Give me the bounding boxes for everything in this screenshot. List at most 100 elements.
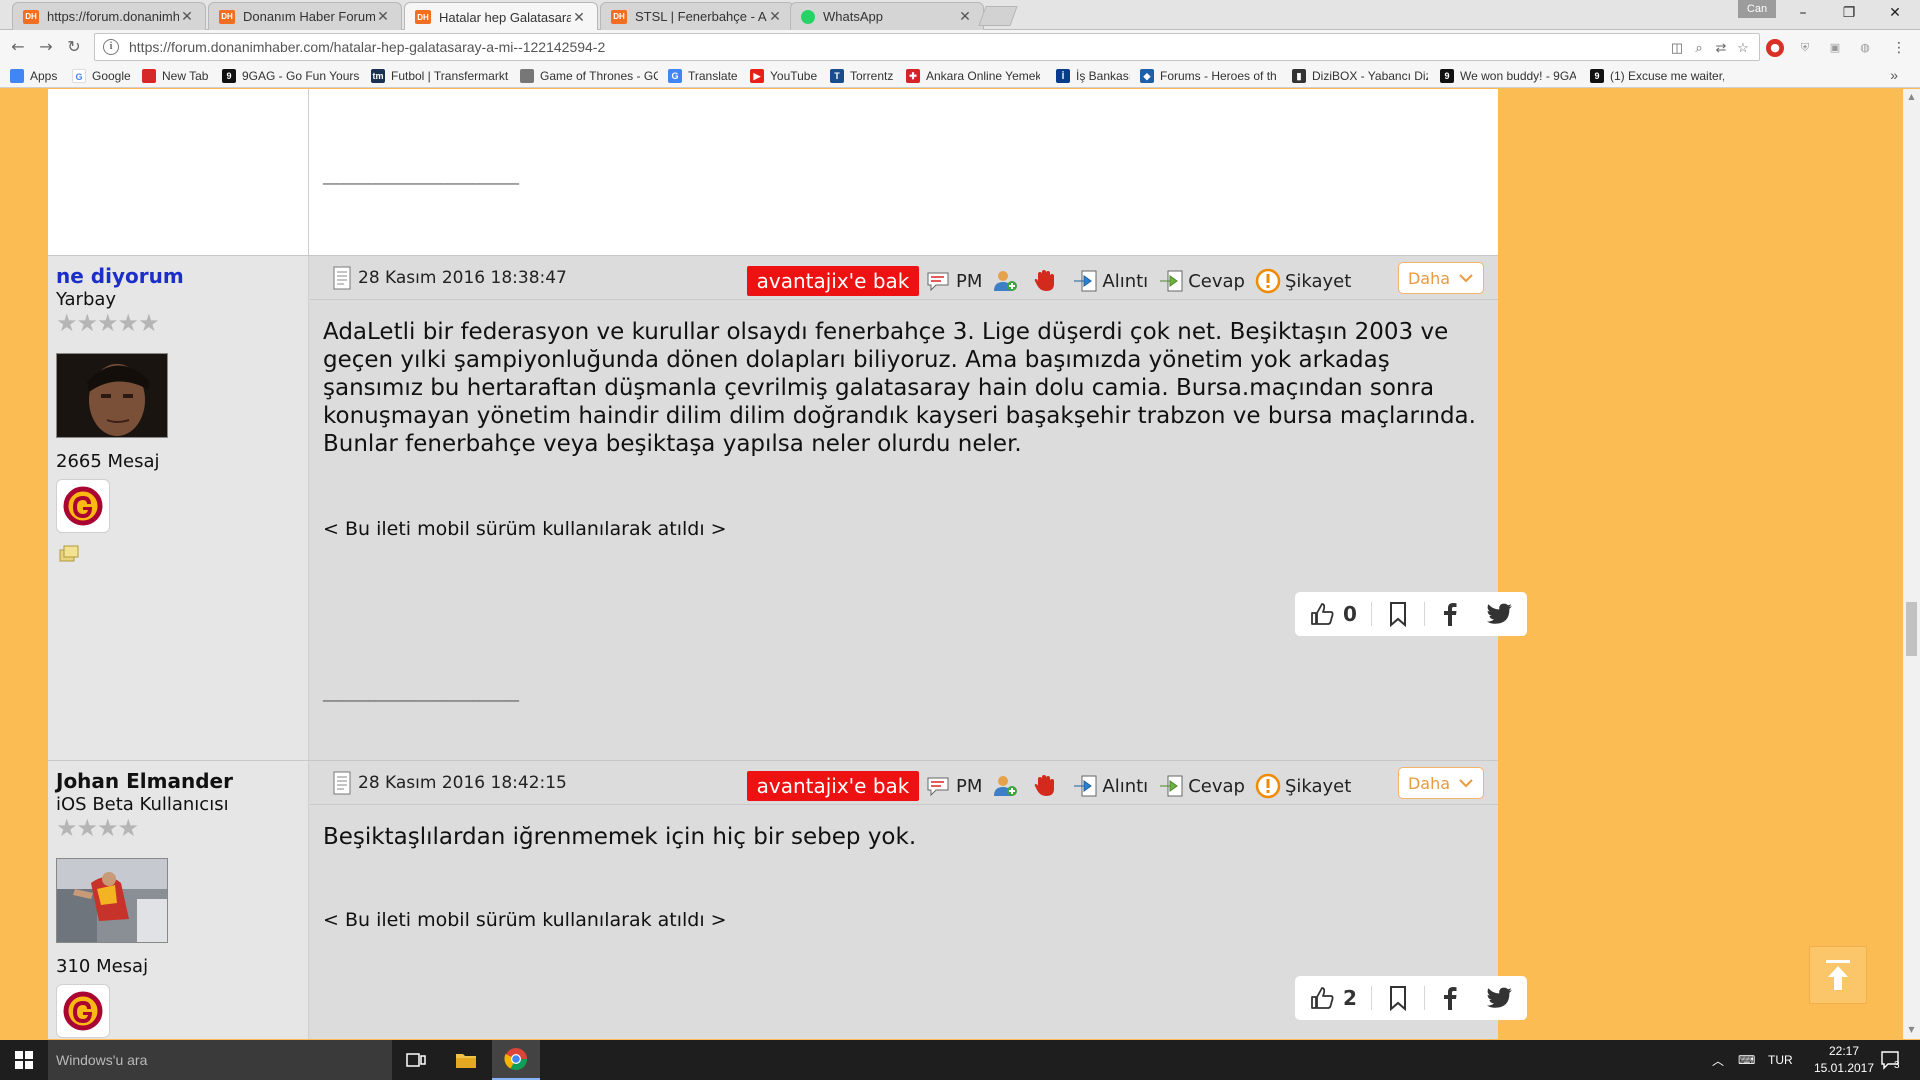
url-text[interactable]: https://forum.donanimhaber.com/hatalar-h…: [129, 39, 605, 55]
twitter-share-button[interactable]: [1475, 976, 1525, 1020]
apps-grid-icon: [10, 69, 24, 83]
pm-button[interactable]: PM: [926, 270, 982, 292]
close-window-icon[interactable]: ✕: [1872, 0, 1918, 26]
report-button[interactable]: Şikayet: [1255, 773, 1351, 799]
translate-page-icon[interactable]: ⇄: [1713, 40, 1729, 56]
tray-chevron-up-icon[interactable]: ︿: [1712, 1040, 1724, 1080]
add-friend-button[interactable]: [992, 774, 1022, 798]
bookmark-google[interactable]: G Google: [72, 68, 136, 84]
shield-extension-icon[interactable]: ⛨: [1796, 39, 1814, 57]
arrow-up-to-top-icon: [1826, 960, 1850, 990]
scrollbar-thumb[interactable]: [1906, 602, 1917, 656]
tab-2[interactable]: DH Donanım Haber Forum ✕: [208, 2, 402, 30]
keyboard-icon[interactable]: ⌨: [1738, 1040, 1755, 1080]
taskbar-search-box[interactable]: Windows'u ara: [48, 1040, 392, 1080]
bookmark-torrentz[interactable]: T Torrentz: [830, 68, 904, 84]
9gag-icon: 9: [1590, 69, 1604, 83]
avatar[interactable]: [56, 353, 168, 438]
bookmark-youtube[interactable]: ▶ YouTube: [750, 68, 822, 84]
profile-badge[interactable]: Can: [1738, 0, 1776, 18]
pm-button[interactable]: PM: [926, 775, 982, 797]
bookmark-star-icon[interactable]: ☆: [1735, 40, 1751, 56]
blocked-content-icon[interactable]: ◫: [1669, 40, 1685, 56]
forward-arrow-icon[interactable]: →: [36, 37, 56, 57]
bookmark-dizibox[interactable]: ▮ DiziBOX - Yabancı Diz: [1292, 68, 1428, 84]
bookmark-post-button[interactable]: [1372, 592, 1424, 636]
bookmark-9gag[interactable]: 9 9GAG - Go Fun Yourse: [222, 68, 360, 84]
reload-icon[interactable]: ↻: [64, 37, 84, 57]
bookmark-post-button[interactable]: [1372, 976, 1424, 1020]
ignore-user-button[interactable]: [1032, 269, 1062, 293]
facebook-share-button[interactable]: [1425, 976, 1475, 1020]
task-view-icon[interactable]: [392, 1040, 440, 1080]
chrome-taskbar-icon[interactable]: [492, 1040, 540, 1080]
adblock-extension-icon[interactable]: ●: [1766, 39, 1784, 57]
minimize-icon[interactable]: –: [1780, 0, 1826, 26]
pm-icon: [927, 777, 949, 797]
avatar-image: [57, 859, 167, 942]
avantajix-promo-button[interactable]: avantajix'e bak: [747, 266, 919, 296]
menu-kebab-icon[interactable]: ⋮: [1890, 39, 1908, 57]
globe-extension-icon[interactable]: ◍: [1856, 39, 1874, 57]
like-button[interactable]: 2: [1295, 976, 1371, 1020]
file-explorer-icon[interactable]: [442, 1040, 490, 1080]
mail-extension-icon[interactable]: ▣: [1826, 39, 1844, 57]
bookmark-9gag-3[interactable]: 9 (1) Excuse me waiter,: [1590, 68, 1724, 84]
close-tab-icon[interactable]: ✕: [957, 8, 973, 25]
bookmark-isbank[interactable]: İ İş Bankası: [1056, 68, 1130, 84]
author-username[interactable]: ne diyorum: [56, 264, 184, 288]
quote-button[interactable]: Alıntı: [1072, 774, 1148, 798]
bookmark-translate[interactable]: G Translate: [668, 68, 740, 84]
bookmark-new-tab[interactable]: New Tab: [142, 68, 212, 84]
reply-button[interactable]: Cevap: [1158, 774, 1245, 798]
avantajix-promo-button[interactable]: avantajix'e bak: [747, 771, 919, 801]
close-tab-icon[interactable]: ✕: [375, 8, 391, 25]
facebook-share-button[interactable]: [1425, 592, 1475, 636]
scroll-to-top-button[interactable]: [1809, 946, 1867, 1004]
avatar[interactable]: [56, 858, 168, 943]
more-dropdown-button[interactable]: Daha: [1398, 767, 1484, 799]
author-username[interactable]: Johan Elmander: [56, 769, 233, 793]
close-tab-icon[interactable]: ✕: [179, 8, 195, 25]
twitter-share-button[interactable]: [1475, 592, 1525, 636]
bookmark-transfermarkt[interactable]: tm Futbol | Transfermarkt: [371, 68, 511, 84]
bookmark-hots[interactable]: ◆ Forums - Heroes of th: [1140, 68, 1276, 84]
quote-button[interactable]: Alıntı: [1072, 269, 1148, 293]
taskbar-clock[interactable]: 22:17 15.01.2017: [1812, 1043, 1876, 1077]
bookmark-game-of-thrones[interactable]: Game of Thrones - GC: [520, 68, 658, 84]
bookmarks-more-chevron-icon[interactable]: »: [1890, 67, 1898, 83]
site-info-icon[interactable]: i: [103, 39, 119, 55]
tab-1[interactable]: DH https://forum.donanimha ✕: [12, 2, 206, 30]
tab-4[interactable]: DH STSL | Fenerbahçe - Ada ✕: [600, 2, 794, 30]
report-button[interactable]: Şikayet: [1255, 268, 1351, 294]
page-scrollbar[interactable]: ▲ ▼: [1903, 89, 1920, 1039]
user-groups-icon[interactable]: [58, 544, 80, 564]
zoom-icon[interactable]: ⌕: [1691, 40, 1707, 56]
scroll-down-arrow-icon[interactable]: ▼: [1906, 1025, 1917, 1034]
bookmark-apps[interactable]: Apps: [10, 68, 62, 84]
close-tab-icon[interactable]: ✕: [571, 9, 587, 26]
tab-3-active[interactable]: DH Hatalar hep Galatasaray ✕: [404, 2, 598, 31]
bookmark-yemek[interactable]: ✚ Ankara Online Yemek: [906, 68, 1040, 84]
more-dropdown-button[interactable]: Daha: [1398, 262, 1484, 294]
back-arrow-icon[interactable]: ←: [8, 37, 28, 57]
restore-icon[interactable]: ❐: [1826, 0, 1872, 26]
input-language[interactable]: TUR: [1768, 1040, 1793, 1080]
tab-5[interactable]: WhatsApp ✕: [790, 2, 984, 30]
twitter-icon: [1487, 987, 1512, 1008]
tab-title: WhatsApp: [823, 9, 883, 24]
start-button[interactable]: [0, 1040, 48, 1080]
youtube-icon: ▶: [750, 69, 764, 83]
scroll-up-arrow-icon[interactable]: ▲: [1906, 92, 1917, 101]
add-friend-button[interactable]: [992, 269, 1022, 293]
like-button[interactable]: 0: [1295, 592, 1371, 636]
close-tab-icon[interactable]: ✕: [767, 8, 783, 25]
address-bar[interactable]: i https://forum.donanimhaber.com/hatalar…: [94, 33, 1760, 61]
notification-center-icon[interactable]: 3: [1880, 1040, 1900, 1080]
ignore-user-button[interactable]: [1032, 774, 1062, 798]
reply-button[interactable]: Cevap: [1158, 269, 1245, 293]
bookmarks-bar: Apps G Google New Tab 9 9GAG - Go Fun Your…: [0, 64, 1920, 88]
new-tab-button[interactable]: [978, 6, 1018, 26]
chevron-down-icon: [1459, 274, 1473, 283]
bookmark-9gag-2[interactable]: 9 We won buddy! - 9GA: [1440, 68, 1576, 84]
